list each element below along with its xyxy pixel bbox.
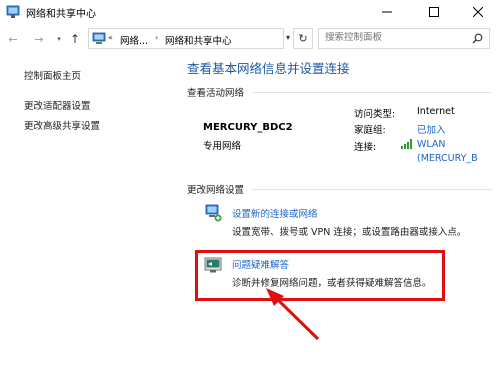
close-icon bbox=[472, 7, 483, 17]
setup-connection-link[interactable]: 设置新的连接或网络 bbox=[232, 206, 318, 220]
maximize-icon bbox=[428, 7, 439, 17]
sidebar-item-adapter-settings[interactable]: 更改适配器设置 bbox=[24, 98, 91, 112]
homegroup-link[interactable]: 已加入 bbox=[417, 122, 446, 136]
homegroup-label: 家庭组: bbox=[354, 125, 386, 136]
title-bar: 网络和共享中心 bbox=[0, 0, 497, 24]
section-divider bbox=[252, 92, 492, 93]
sidebar: 控制面板主页 更改适配器设置 更改高级共享设置 bbox=[0, 54, 170, 369]
setup-connection-description: 设置宽带、拨号或 VPN 连接；或设置路由器或接入点。 bbox=[232, 227, 467, 238]
access-type-value: Internet bbox=[417, 106, 455, 117]
breadcrumb-separator-icon: › bbox=[155, 33, 159, 42]
wlan-ssid-link[interactable]: (MERCURY_B bbox=[417, 153, 478, 164]
forward-arrow-icon[interactable]: → bbox=[32, 32, 46, 46]
page-title: 查看基本网络信息并设置连接 bbox=[187, 61, 350, 76]
search-input[interactable] bbox=[325, 32, 465, 43]
breadcrumb-network-sharing-center[interactable]: 网络和共享中心 bbox=[165, 33, 232, 47]
minimize-button[interactable] bbox=[364, 0, 409, 24]
history-dropdown-icon[interactable]: ▾ bbox=[52, 32, 66, 46]
close-button[interactable] bbox=[455, 0, 497, 24]
wlan-connection-link[interactable]: WLAN bbox=[417, 139, 446, 150]
highlight-box bbox=[195, 250, 445, 301]
back-arrow-icon[interactable]: ← bbox=[6, 32, 20, 46]
address-dropdown-icon[interactable]: ▾ bbox=[286, 33, 290, 42]
refresh-button[interactable]: ↻ bbox=[293, 28, 313, 49]
network-type: 专用网络 bbox=[203, 141, 242, 152]
wifi-signal-icon bbox=[401, 139, 412, 149]
change-settings-heading: 更改网络设置 bbox=[187, 185, 245, 196]
minimize-icon bbox=[381, 11, 392, 13]
up-arrow-icon[interactable]: ↑ bbox=[68, 32, 82, 46]
sidebar-item-control-panel-home[interactable]: 控制面板主页 bbox=[24, 68, 81, 82]
address-bar: ← → ▾ ↑ « 网络... › 网络和共享中心 ▾ ↻ bbox=[0, 24, 497, 54]
search-box[interactable] bbox=[318, 28, 490, 49]
window-title: 网络和共享中心 bbox=[26, 9, 96, 20]
refresh-icon: ↻ bbox=[298, 32, 308, 45]
control-panel-icon bbox=[92, 32, 106, 44]
new-connection-icon bbox=[205, 204, 222, 222]
connections-label: 连接: bbox=[354, 142, 377, 153]
search-icon[interactable] bbox=[472, 33, 483, 44]
maximize-button[interactable] bbox=[411, 0, 456, 24]
address-field[interactable]: « 网络... › 网络和共享中心 bbox=[88, 28, 284, 49]
breadcrumb-network[interactable]: 网络... bbox=[120, 33, 148, 47]
breadcrumb-prefix: « bbox=[108, 33, 113, 42]
active-networks-heading: 查看活动网络 bbox=[187, 88, 245, 99]
main-content: 查看基本网络信息并设置连接 查看活动网络 MERCURY_BDC2 专用网络 访… bbox=[170, 54, 497, 369]
sidebar-item-advanced-sharing[interactable]: 更改高级共享设置 bbox=[24, 118, 100, 132]
network-center-icon bbox=[6, 5, 20, 18]
network-name: MERCURY_BDC2 bbox=[203, 122, 293, 133]
access-type-label: 访问类型: bbox=[354, 109, 396, 120]
section-divider bbox=[252, 189, 492, 190]
